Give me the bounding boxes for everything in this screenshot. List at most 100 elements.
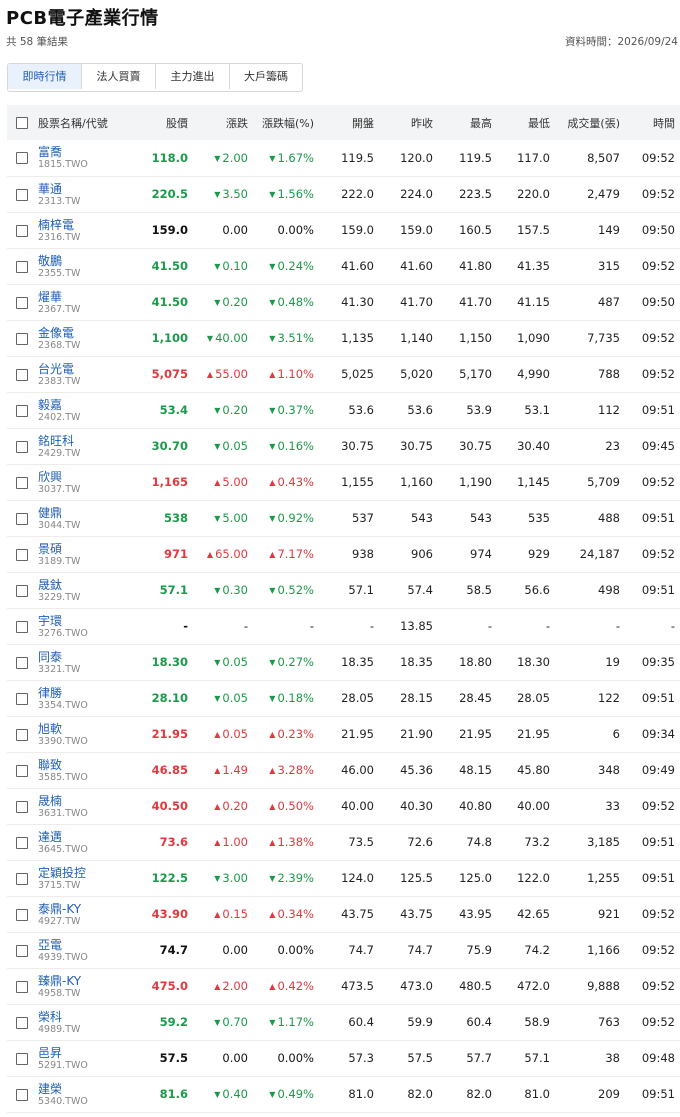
stock-name-link[interactable]: 律勝 [38, 686, 134, 700]
table-row[interactable]: 邑昇 5291.TWO 57.5 0.00 0.00% 57.3 57.5 57.7 57.1 3… [7, 1040, 680, 1076]
row-checkbox[interactable] [7, 1040, 36, 1076]
row-checkbox[interactable] [7, 392, 36, 428]
row-checkbox[interactable] [7, 428, 36, 464]
row-checkbox[interactable] [7, 1076, 36, 1112]
table-row[interactable]: 同泰 3321.TW 18.30 ▼ 0.05 ▼ 0.27% 18.35 18.35 18.80… [7, 644, 680, 680]
page-title: PCB電子產業行情 [6, 8, 159, 29]
table-row[interactable]: 景碩 3189.TW 971 ▲ 65.00 ▲ 7.17% 938 906 974 929 24,1… [7, 536, 680, 572]
table-row[interactable]: 建榮 5340.TWO 81.6 ▼ 0.40 ▼ 0.49% 81.0 82.0 82.0 81.… [7, 1076, 680, 1112]
row-checkbox[interactable] [7, 788, 36, 824]
row-checkbox[interactable] [7, 500, 36, 536]
stock-name-link[interactable]: 健鼎 [38, 506, 134, 520]
stock-name-link[interactable]: 富喬 [38, 145, 134, 159]
col-header-volume[interactable]: 成交量(張) [555, 105, 625, 140]
row-checkbox[interactable] [7, 536, 36, 572]
table-row[interactable]: 華通 2313.TW 220.5 ▼ 3.50 ▼ 1.56% 222.0 224.0 223.5… [7, 176, 680, 212]
table-row[interactable]: 敬鵬 2355.TW 41.50 ▼ 0.10 ▼ 0.24% 41.60 41.60 41.80… [7, 248, 680, 284]
table-row[interactable]: 健鼎 3044.TW 538 ▼ 5.00 ▼ 0.92% 537 543 543 535 488 09… [7, 500, 680, 536]
table-row[interactable]: 律勝 3354.TWO 28.10 ▼ 0.05 ▼ 0.18% 28.05 28.15 28.4… [7, 680, 680, 716]
table-row[interactable]: 達邁 3645.TWO 73.6 ▲ 1.00 ▲ 1.38% 73.5 72.6 74.8 73.… [7, 824, 680, 860]
row-checkbox[interactable] [7, 932, 36, 968]
stock-name-link[interactable]: 達邁 [38, 830, 134, 844]
table-row[interactable]: 泰鼎-KY 4927.TW 43.90 ▲ 0.15 ▲ 0.34% 43.75 43.75 43… [7, 896, 680, 932]
stock-name-link[interactable]: 台光電 [38, 362, 134, 376]
table-row[interactable]: 燿華 2367.TW 41.50 ▼ 0.20 ▼ 0.48% 41.30 41.70 41.70… [7, 284, 680, 320]
col-header-price[interactable]: 股價 [139, 105, 193, 140]
table-row[interactable]: 毅嘉 2402.TW 53.4 ▼ 0.20 ▼ 0.37% 53.6 53.6 53.9 53.1… [7, 392, 680, 428]
stock-name-link[interactable]: 臻鼎-KY [38, 974, 134, 988]
table-row[interactable]: 榮科 4989.TW 59.2 ▼ 0.70 ▼ 1.17% 60.4 59.9 60.4 58.9… [7, 1004, 680, 1040]
table-row[interactable]: 楠梓電 2316.TW 159.0 0.00 0.00% 159.0 159.0 160.5 1… [7, 212, 680, 248]
stock-name-link[interactable]: 景碩 [38, 542, 134, 556]
table-row[interactable]: 銘旺科 2429.TW 30.70 ▼ 0.05 ▼ 0.16% 30.75 30.75 30.7… [7, 428, 680, 464]
tab-realtime[interactable]: 即時行情 [8, 64, 82, 89]
stock-code: 5340.TWO [38, 1095, 88, 1107]
col-header-change-pct[interactable]: 漲跌幅(%) [253, 105, 319, 140]
row-checkbox[interactable] [7, 644, 36, 680]
row-checkbox[interactable] [7, 248, 36, 284]
stock-name-link[interactable]: 同泰 [38, 650, 134, 664]
stock-name-link[interactable]: 建榮 [38, 1082, 134, 1096]
stock-name-link[interactable]: 定穎投控 [38, 866, 134, 880]
row-checkbox[interactable] [7, 860, 36, 896]
table-row[interactable]: 金像電 2368.TW 1,100 ▼ 40.00 ▼ 3.51% 1,135 1,140 1,1… [7, 320, 680, 356]
row-checkbox[interactable] [7, 464, 36, 500]
row-checkbox[interactable] [7, 140, 36, 176]
table-row[interactable]: 富喬 1815.TWO 118.0 ▼ 2.00 ▼ 1.67% 119.5 120.0 119.… [7, 140, 680, 176]
stock-name-link[interactable]: 華通 [38, 182, 134, 196]
stock-name-link[interactable]: 楠梓電 [38, 218, 134, 232]
stock-name-link[interactable]: 金像電 [38, 326, 134, 340]
col-header-prev-close[interactable]: 昨收 [379, 105, 438, 140]
stock-name-link[interactable]: 宇環 [38, 614, 134, 628]
row-checkbox[interactable] [7, 572, 36, 608]
table-row[interactable]: 旭軟 3390.TWO 21.95 ▲ 0.05 ▲ 0.23% 21.95 21.90 21.9… [7, 716, 680, 752]
row-checkbox[interactable] [7, 680, 36, 716]
row-checkbox[interactable] [7, 356, 36, 392]
row-checkbox[interactable] [7, 608, 36, 644]
stock-name-link[interactable]: 邑昇 [38, 1046, 134, 1060]
tab-large-holders[interactable]: 大戶籌碼 [230, 64, 302, 89]
row-checkbox[interactable] [7, 716, 36, 752]
col-header-time[interactable]: 時間 [625, 105, 680, 140]
tab-institutional[interactable]: 法人買賣 [82, 64, 156, 89]
table-row[interactable]: 亞電 4939.TWO 74.7 0.00 0.00% 74.7 74.7 75.9 74.2 1… [7, 932, 680, 968]
table-row[interactable]: 欣興 3037.TW 1,165 ▲ 5.00 ▲ 0.43% 1,155 1,160 1,190… [7, 464, 680, 500]
stock-name-link[interactable]: 燿華 [38, 290, 134, 304]
stock-name-link[interactable]: 泰鼎-KY [38, 902, 134, 916]
stock-name-link[interactable]: 旭軟 [38, 722, 134, 736]
tab-main-force[interactable]: 主力進出 [156, 64, 230, 89]
row-checkbox[interactable] [7, 1004, 36, 1040]
table-row[interactable]: 聯致 3585.TWO 46.85 ▲ 1.49 ▲ 3.28% 46.00 45.36 48.1… [7, 752, 680, 788]
select-all-checkbox[interactable] [7, 105, 36, 140]
row-checkbox[interactable] [7, 284, 36, 320]
stock-name-link[interactable]: 聯致 [38, 758, 134, 772]
row-checkbox[interactable] [7, 752, 36, 788]
row-checkbox[interactable] [7, 320, 36, 356]
stock-name-link[interactable]: 敬鵬 [38, 254, 134, 268]
col-header-change[interactable]: 漲跌 [193, 105, 253, 140]
stock-name-link[interactable]: 亞電 [38, 938, 134, 952]
stock-name-link[interactable]: 銘旺科 [38, 434, 134, 448]
table-row[interactable]: 晟鈦 3229.TW 57.1 ▼ 0.30 ▼ 0.52% 57.1 57.4 58.5 56.6… [7, 572, 680, 608]
row-checkbox[interactable] [7, 176, 36, 212]
table-row[interactable]: 台光電 2383.TW 5,075 ▲ 55.00 ▲ 1.10% 5,025 5,020 5,1… [7, 356, 680, 392]
up-arrow-icon: ▲ [269, 766, 276, 775]
row-checkbox[interactable] [7, 212, 36, 248]
stock-name-link[interactable]: 晟鈦 [38, 578, 134, 592]
stock-name-link[interactable]: 毅嘉 [38, 398, 134, 412]
stock-name-link[interactable]: 晟楠 [38, 794, 134, 808]
table-row[interactable]: 臻鼎-KY 4958.TW 475.0 ▲ 2.00 ▲ 0.42% 473.5 473.0 48… [7, 968, 680, 1004]
row-checkbox[interactable] [7, 896, 36, 932]
col-header-high[interactable]: 最高 [438, 105, 497, 140]
table-row[interactable]: 晟楠 3631.TWO 40.50 ▲ 0.20 ▲ 0.50% 40.00 40.30 40.8… [7, 788, 680, 824]
col-header-name[interactable]: 股票名稱/代號 [36, 105, 139, 140]
stock-name-link[interactable]: 欣興 [38, 470, 134, 484]
col-header-low[interactable]: 最低 [497, 105, 555, 140]
row-checkbox[interactable] [7, 824, 36, 860]
col-header-open[interactable]: 開盤 [319, 105, 379, 140]
table-row[interactable]: 定穎投控 3715.TW 122.5 ▼ 3.00 ▼ 2.39% 124.0 125.5 125… [7, 860, 680, 896]
stock-name-link[interactable]: 榮科 [38, 1010, 134, 1024]
table-row[interactable]: 宇環 3276.TWO - - - - 13.85 - - - - [7, 608, 680, 644]
row-checkbox[interactable] [7, 968, 36, 1004]
down-arrow-icon: ▼ [269, 1090, 276, 1099]
